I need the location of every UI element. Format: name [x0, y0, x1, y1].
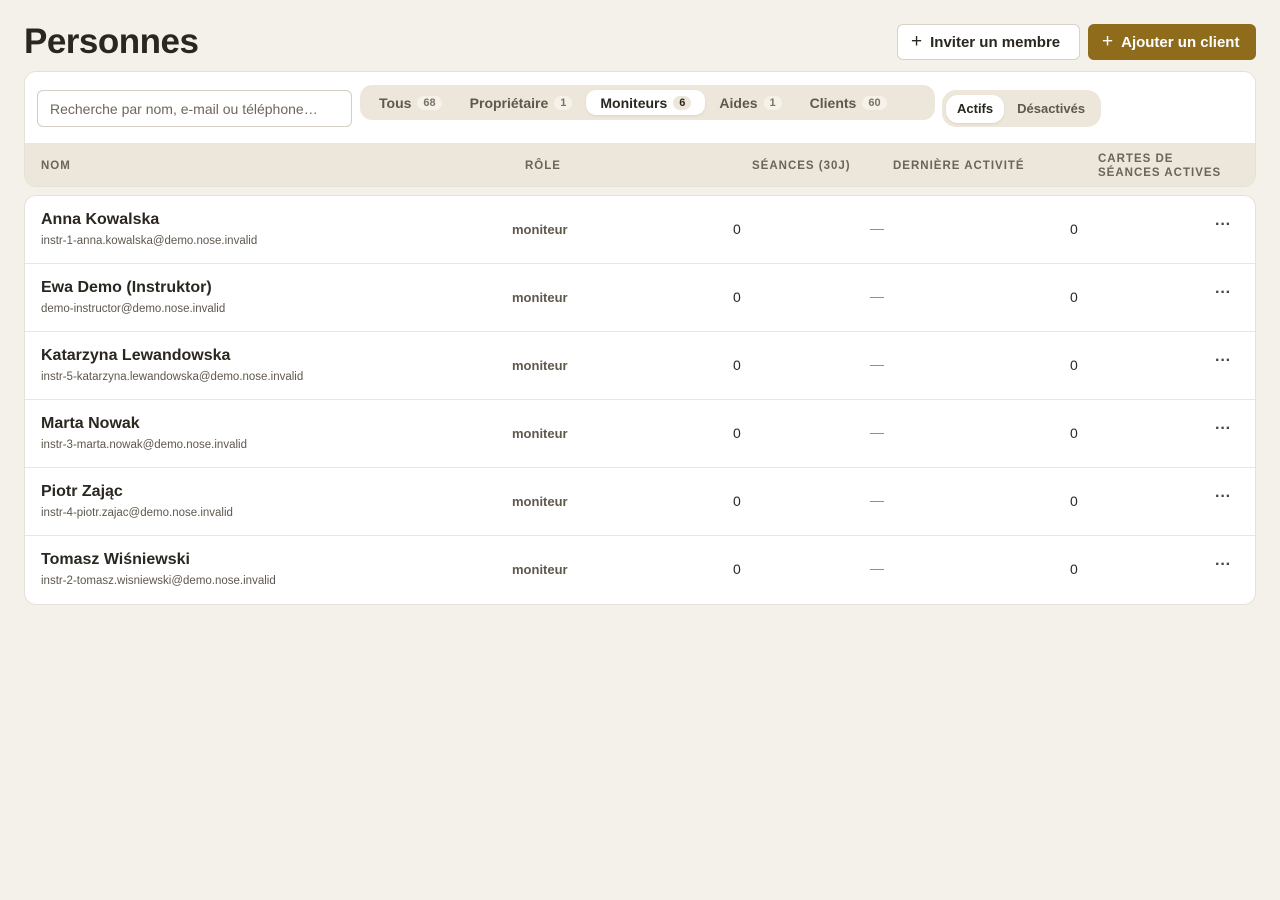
sessions-count: 0: [733, 289, 741, 305]
more-horizontal-icon[interactable]: ···: [1212, 284, 1234, 308]
more-horizontal-icon[interactable]: ···: [1212, 352, 1234, 376]
plus-icon: +: [1102, 30, 1114, 52]
tab-count-badge: 1: [763, 95, 782, 110]
table-row[interactable]: Tomasz Wiśniewski instr-2-tomasz.wisniew…: [25, 536, 1255, 604]
table-row[interactable]: Katarzyna Lewandowska instr-5-katarzyna.…: [25, 332, 1255, 400]
column-header-role: Rôle: [525, 160, 561, 172]
person-name: Piotr Zając: [41, 483, 123, 500]
person-name: Katarzyna Lewandowska: [41, 347, 231, 364]
people-page: Personnes + Inviter un membre + Ajouter …: [0, 0, 1280, 900]
sessions-count: 0: [733, 221, 741, 237]
last-activity: —: [870, 560, 884, 576]
status-disabled-option[interactable]: Désactivés: [1006, 95, 1096, 123]
tab-label: Propriétaire: [469, 94, 549, 111]
person-role: moniteur: [512, 222, 568, 237]
person-role: moniteur: [512, 358, 568, 373]
plus-icon: +: [911, 30, 923, 52]
person-role: moniteur: [512, 290, 568, 305]
tab-assistants[interactable]: Aides 1: [705, 90, 795, 115]
last-activity: —: [870, 424, 884, 440]
tab-label: Tous: [379, 94, 412, 111]
last-activity: —: [870, 492, 884, 508]
active-cards-count: 0: [1070, 425, 1078, 441]
more-horizontal-icon[interactable]: ···: [1212, 216, 1234, 240]
active-cards-count: 0: [1070, 289, 1078, 305]
sessions-count: 0: [733, 425, 741, 441]
person-name: Anna Kowalska: [41, 211, 160, 228]
tab-instructors[interactable]: Moniteurs 6: [586, 90, 706, 115]
table-row[interactable]: Piotr Zając instr-4-piotr.zajac@demo.nos…: [25, 468, 1255, 536]
column-header-last-activity: Dernière activité: [893, 160, 1025, 172]
person-email: instr-1-anna.kowalska@demo.nose.invalid: [41, 235, 258, 247]
tab-label: Clients: [809, 94, 857, 111]
add-client-button[interactable]: + Ajouter un client: [1088, 24, 1256, 60]
person-role: moniteur: [512, 426, 568, 441]
people-table-body: Anna Kowalska instr-1-anna.kowalska@demo…: [24, 195, 1256, 605]
more-horizontal-icon[interactable]: ···: [1212, 556, 1234, 580]
tab-count-badge: 68: [417, 95, 442, 110]
invite-member-label: Inviter un membre: [930, 33, 1061, 51]
table-row[interactable]: Ewa Demo (Instruktor) demo-instructor@de…: [25, 264, 1255, 332]
table-header: Nom Rôle Séances (30j) Dernière activité…: [25, 143, 1255, 186]
search-input[interactable]: [37, 90, 352, 127]
status-toggle: Actifs Désactivés: [942, 90, 1101, 127]
tab-count-badge: 6: [673, 95, 692, 110]
person-email: instr-5-katarzyna.lewandowska@demo.nose.…: [41, 371, 304, 383]
person-name: Ewa Demo (Instruktor): [41, 279, 212, 296]
person-email: instr-3-marta.nowak@demo.nose.invalid: [41, 439, 247, 451]
last-activity: —: [870, 220, 884, 236]
last-activity: —: [870, 288, 884, 304]
tab-label: Aides: [719, 94, 758, 111]
tab-count-badge: 60: [862, 95, 887, 110]
last-activity: —: [870, 356, 884, 372]
column-header-sessions: Séances (30j): [752, 160, 851, 172]
more-horizontal-icon[interactable]: ···: [1212, 420, 1234, 444]
more-horizontal-icon[interactable]: ···: [1212, 488, 1234, 512]
column-header-active-cards: Cartes de séances actives: [1098, 153, 1222, 179]
person-email: instr-4-piotr.zajac@demo.nose.invalid: [41, 507, 233, 519]
person-email: demo-instructor@demo.nose.invalid: [41, 303, 226, 315]
tab-owner[interactable]: Propriétaire 1: [456, 90, 587, 115]
person-role: moniteur: [512, 562, 568, 577]
active-cards-count: 0: [1070, 357, 1078, 373]
person-role: moniteur: [512, 494, 568, 509]
person-name: Marta Nowak: [41, 415, 140, 432]
active-cards-count: 0: [1070, 221, 1078, 237]
active-cards-count: 0: [1070, 561, 1078, 577]
filter-card: Tous 68 Propriétaire 1 Moniteurs 6 Aides…: [24, 71, 1256, 187]
active-cards-count: 0: [1070, 493, 1078, 509]
tab-label: Moniteurs: [600, 94, 668, 111]
sessions-count: 0: [733, 493, 741, 509]
sessions-count: 0: [733, 561, 741, 577]
tab-clients[interactable]: Clients 60: [796, 90, 901, 115]
invite-member-button[interactable]: + Inviter un membre: [897, 24, 1080, 60]
person-email: instr-2-tomasz.wisniewski@demo.nose.inva…: [41, 575, 276, 587]
sessions-count: 0: [733, 357, 741, 373]
table-row[interactable]: Marta Nowak instr-3-marta.nowak@demo.nos…: [25, 400, 1255, 468]
person-name: Tomasz Wiśniewski: [41, 551, 190, 568]
role-tabs: Tous 68 Propriétaire 1 Moniteurs 6 Aides…: [360, 85, 935, 120]
tab-count-badge: 1: [554, 95, 573, 110]
tab-all[interactable]: Tous 68: [365, 90, 456, 115]
add-client-label: Ajouter un client: [1121, 33, 1240, 51]
status-active-option[interactable]: Actifs: [946, 94, 1005, 123]
column-header-name: Nom: [41, 160, 71, 172]
page-title: Personnes: [24, 22, 199, 61]
table-row[interactable]: Anna Kowalska instr-1-anna.kowalska@demo…: [25, 196, 1255, 264]
